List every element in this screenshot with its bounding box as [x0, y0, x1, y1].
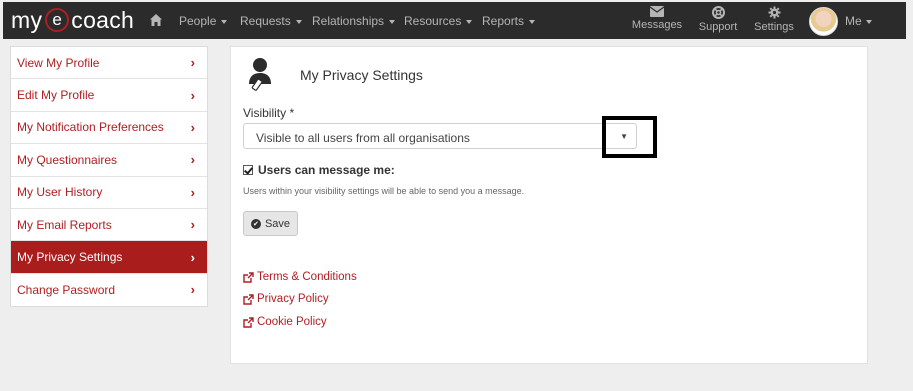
- home-icon[interactable]: [149, 13, 163, 27]
- cookie-policy-link[interactable]: Cookie Policy: [243, 316, 327, 328]
- sidebar: View My Profile › Edit My Profile › My Not…: [10, 46, 208, 308]
- chevron-right-icon: ›: [190, 184, 195, 200]
- privacy-policy-link[interactable]: Privacy Policy: [243, 293, 329, 305]
- chevron-right-icon: ›: [190, 217, 195, 233]
- brand-logo[interactable]: my e coach: [11, 5, 134, 35]
- chevron-right-icon: ›: [190, 152, 195, 168]
- sidebar-item-view-profile[interactable]: View My Profile ›: [11, 47, 207, 80]
- privacy-settings-panel: My Privacy Settings Visibility * Visible…: [230, 46, 868, 364]
- nav-people[interactable]: People: [179, 14, 228, 28]
- user-edit-icon: [249, 58, 271, 91]
- chevron-down-icon: [529, 19, 536, 24]
- sidebar-item-questionnaires[interactable]: My Questionnaires ›: [11, 144, 207, 177]
- brand-text-coach: coach: [71, 6, 135, 33]
- terms-link[interactable]: Terms & Conditions: [243, 271, 357, 283]
- sidebar-item-change-password[interactable]: Change Password ›: [11, 274, 207, 306]
- nav-me[interactable]: Me: [845, 14, 872, 28]
- page-title: My Privacy Settings: [300, 67, 423, 83]
- chevron-down-icon: [466, 19, 473, 24]
- nav-support[interactable]: Support: [695, 6, 741, 33]
- chevron-down-icon: [389, 19, 396, 24]
- chevron-down-icon: [295, 19, 302, 24]
- visibility-select[interactable]: Visible to all users from all organisati…: [243, 123, 637, 149]
- gear-icon: [768, 6, 780, 19]
- nav-relationships[interactable]: Relationships: [312, 14, 396, 28]
- sidebar-item-user-history[interactable]: My User History ›: [11, 177, 207, 209]
- chevron-right-icon: ›: [190, 249, 195, 265]
- sidebar-item-edit-profile[interactable]: Edit My Profile ›: [11, 79, 207, 112]
- chevron-right-icon: ›: [190, 87, 195, 103]
- sidebar-item-privacy-settings[interactable]: My Privacy Settings ›: [11, 241, 207, 274]
- brand-text-e: e: [45, 8, 70, 32]
- users-can-message-row[interactable]: Users can message me:: [243, 163, 395, 177]
- sidebar-item-notification-preferences[interactable]: My Notification Preferences ›: [11, 112, 207, 145]
- nav-settings[interactable]: Settings: [751, 6, 797, 33]
- lifebuoy-icon: [711, 6, 725, 19]
- chevron-down-icon: [865, 19, 872, 24]
- chevron-right-icon: ›: [190, 119, 195, 135]
- nav-messages[interactable]: Messages: [631, 6, 683, 31]
- nav-reports[interactable]: Reports: [482, 14, 536, 28]
- top-navbar: my e coach People Requests Relationships…: [3, 2, 906, 39]
- nav-resources[interactable]: Resources: [404, 14, 473, 28]
- save-button[interactable]: ✔ Save: [243, 211, 298, 236]
- envelope-icon: [650, 6, 664, 17]
- brand-text-my: my: [11, 6, 43, 33]
- highlight-box: [602, 116, 657, 158]
- check-circle-icon: ✔: [250, 218, 261, 229]
- chevron-right-icon: ›: [190, 282, 195, 298]
- chevron-down-icon: [221, 19, 228, 24]
- sidebar-item-email-reports[interactable]: My Email Reports ›: [11, 209, 207, 242]
- users-can-message-checkbox[interactable]: [243, 165, 253, 175]
- avatar[interactable]: [809, 7, 838, 36]
- nav-requests[interactable]: Requests: [240, 14, 302, 28]
- external-link-icon: [243, 293, 254, 305]
- help-text: Users within your visibility settings wi…: [243, 186, 525, 196]
- visibility-label: Visibility *: [243, 106, 295, 120]
- chevron-right-icon: ›: [190, 55, 195, 71]
- external-link-icon: [243, 316, 254, 328]
- external-link-icon: [243, 271, 254, 283]
